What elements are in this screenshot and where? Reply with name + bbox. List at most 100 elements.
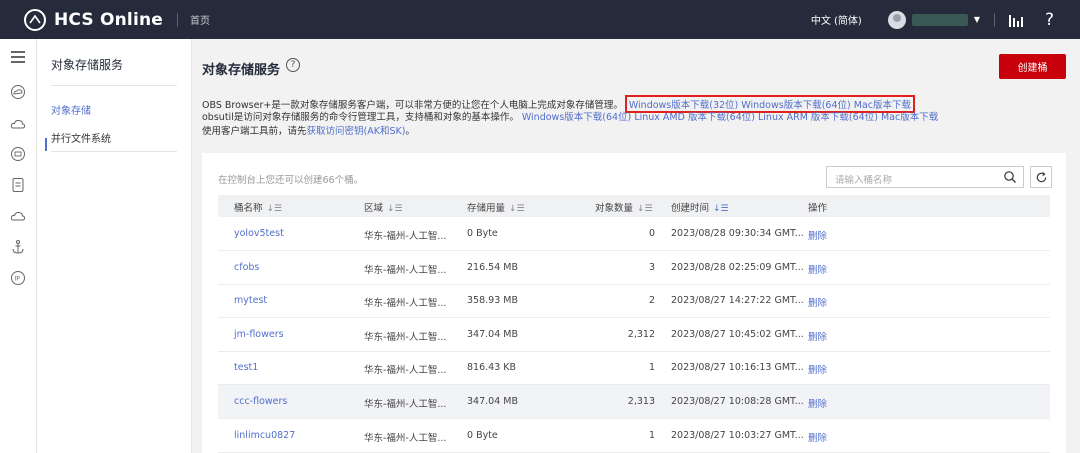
divider (177, 12, 179, 27)
bucket-name-link[interactable]: linlimcu0827 (234, 430, 295, 441)
sidebar-item-object-storage[interactable]: 对象存储 (51, 102, 91, 117)
bucket-object-count: 0 (648, 228, 655, 239)
bucket-region: 华东-福州-人工智... (364, 432, 447, 444)
service-sidebar: 对象存储服务 对象存储 并行文件系统 (37, 39, 192, 453)
obsutil-mac-download-link[interactable]: Mac版本下载 (881, 112, 938, 123)
sentence-end: 。 (405, 126, 415, 137)
obsutil-linux-amd-download-link[interactable]: Linux AMD 版本下载(64位) (634, 112, 755, 123)
search-icon[interactable] (1003, 170, 1017, 184)
home-link[interactable]: 首页 (190, 12, 210, 27)
ip-icon[interactable]: IP (9, 269, 27, 287)
cloud-server-icon[interactable] (9, 115, 27, 133)
delete-bucket-link[interactable]: 删除 (808, 262, 827, 276)
help-icon[interactable]: ? (286, 58, 300, 72)
table-row: cfobs 华东-福州-人工智... 216.54 MB 3 2023/08/28 02… (218, 251, 1050, 285)
database-icon[interactable] (9, 145, 27, 163)
username-redacted[interactable] (911, 13, 968, 26)
bucket-name-link[interactable]: mytest (234, 295, 267, 306)
column-header-name[interactable]: 桶名称 ↓☰ (234, 200, 282, 214)
main-content: 对象存储服务 ? 创建桶 OBS Browser+是一款对象存储服务客户端，可以… (192, 39, 1080, 453)
sort-icon: ↓☰ (266, 204, 283, 214)
obsutil-windows-64-download-link[interactable]: Windows版本下载(64位) (522, 112, 631, 123)
column-header-created[interactable]: 创建时间 ↓☰ (671, 200, 729, 214)
bucket-region: 华东-福州-人工智... (364, 231, 447, 242)
bucket-quota-text: 在控制台上您还可以创建66个桶。 (218, 175, 364, 186)
column-header-storage[interactable]: 存储用量 ↓☰ (467, 200, 525, 214)
logo-icon (24, 8, 46, 31)
bucket-created-time: 2023/08/28 02:25:09 GMT... (671, 261, 804, 273)
create-bucket-button[interactable]: 创建桶 (999, 54, 1066, 79)
menu-icon[interactable] (9, 48, 27, 66)
delete-bucket-link[interactable]: 删除 (808, 362, 827, 376)
avatar[interactable] (887, 10, 906, 29)
bucket-storage: 816.43 KB (467, 362, 517, 374)
column-header-actions: 操作 (808, 203, 828, 214)
anchor-icon[interactable] (9, 238, 27, 256)
bucket-created-time: 2023/08/28 09:30:34 GMT... (671, 228, 804, 239)
table-row: test1 华东-福州-人工智... 816.43 KB 1 2023/08/27 10… (218, 351, 1050, 386)
bucket-storage: 358.93 MB (467, 295, 518, 307)
divider (51, 85, 177, 86)
cloud-icon[interactable] (9, 83, 27, 101)
bucket-created-time: 2023/08/27 14:27:22 GMT... (671, 295, 804, 307)
delete-bucket-link[interactable]: 删除 (808, 228, 827, 242)
column-header-objects[interactable]: 对象数量 ↓☰ (595, 200, 653, 214)
delete-bucket-link[interactable]: 删除 (808, 295, 827, 309)
sort-icon: ↓☰ (387, 204, 403, 214)
bucket-storage: 347.04 MB (467, 396, 518, 407)
delete-bucket-link[interactable]: 删除 (808, 396, 827, 410)
delete-bucket-link[interactable]: 删除 (808, 329, 827, 343)
delete-bucket-link[interactable]: 删除 (808, 430, 827, 444)
bucket-region: 华东-福州-人工智... (364, 365, 447, 377)
table-row: linlimcu0827 华东-福州-人工智... 0 Byte 1 2023/08/2… (218, 419, 1050, 453)
bucket-object-count: 1 (648, 362, 655, 374)
bucket-object-count: 2 (648, 295, 655, 307)
table-row: jm-flowers 华东-福州-人工智... 347.04 MB 2,312 2023… (218, 318, 1050, 352)
obsutil-description: obsutil是访问对象存储服务的命令行管理工具，支持桶和对象的基本操作。 (202, 112, 519, 123)
access-key-hint: 使用客户端工具前，请先 (202, 126, 307, 137)
bucket-region: 华东-福州-人工智... (364, 264, 447, 276)
page-title: 对象存储服务 (202, 63, 281, 78)
logo-text: HCS Online (54, 9, 164, 30)
bucket-name-link[interactable]: test1 (234, 362, 258, 373)
chevron-down-icon[interactable]: ▼ (974, 15, 980, 24)
sort-active-icon: ↓☰ (713, 204, 729, 214)
storage-icon[interactable] (9, 176, 27, 194)
bucket-name-link[interactable]: yolov5test (234, 228, 284, 239)
top-bar: HCS Online 首页 中文 (简体) ▼ ? (0, 0, 1080, 39)
bucket-storage: 347.04 MB (467, 328, 518, 340)
bucket-region: 华东-福州-人工智... (364, 331, 447, 343)
bucket-name-link[interactable]: ccc-flowers (234, 396, 287, 407)
language-selector[interactable]: 中文 (简体) (811, 12, 862, 27)
sort-icon: ↓☰ (509, 204, 525, 214)
get-access-key-link[interactable]: 获取访问密钥(AK和SK) (307, 126, 406, 137)
obsutil-linux-arm-download-link[interactable]: Linux ARM 版本下载(64位) (758, 112, 878, 123)
bucket-name-link[interactable]: cfobs (234, 262, 259, 273)
icon-rail: IP (0, 39, 37, 453)
bucket-storage: 0 Byte (467, 228, 498, 239)
bucket-created-time: 2023/08/27 10:08:28 GMT... (671, 396, 804, 407)
bucket-name-link[interactable]: jm-flowers (234, 329, 284, 340)
bucket-object-count: 3 (648, 261, 655, 273)
description-line-3: 使用客户端工具前，请先获取访问密钥(AK和SK)。 (202, 123, 415, 137)
bucket-created-time: 2023/08/27 10:45:02 GMT... (671, 328, 804, 340)
logo[interactable]: HCS Online (24, 8, 164, 31)
help-icon[interactable]: ? (1045, 10, 1054, 30)
bar-chart-icon[interactable] (1008, 13, 1023, 27)
bucket-storage: 0 Byte (467, 429, 498, 441)
description-line-2: obsutil是访问对象存储服务的命令行管理工具，支持桶和对象的基本操作。 Wi… (202, 109, 938, 123)
bucket-search-input[interactable]: 请输入桶名称 (826, 166, 1024, 188)
bucket-storage: 216.54 MB (467, 261, 518, 273)
bucket-object-count: 1 (648, 429, 655, 441)
bucket-object-count: 2,313 (627, 396, 655, 407)
table-header: 桶名称 ↓☰ 区域 ↓☰ 存储用量 ↓☰ 对象数量 ↓☰ 创建时间 ↓☰ 操作 (218, 195, 1050, 217)
bucket-object-count: 2,312 (627, 328, 655, 340)
service-nav-title: 对象存储服务 (51, 58, 124, 72)
cloud-icon[interactable] (9, 207, 27, 225)
column-header-region[interactable]: 区域 ↓☰ (364, 200, 403, 214)
refresh-button[interactable] (1030, 166, 1052, 188)
sidebar-item-parallel-file-system[interactable]: 并行文件系统 (51, 130, 111, 145)
bucket-table-card: 在控制台上您还可以创建66个桶。 请输入桶名称 桶名称 ↓☰ 区域 ↓☰ 存储用量 ↓… (202, 153, 1066, 453)
bucket-region: 华东-福州-人工智... (364, 399, 447, 410)
bucket-region: 华东-福州-人工智... (364, 298, 447, 310)
